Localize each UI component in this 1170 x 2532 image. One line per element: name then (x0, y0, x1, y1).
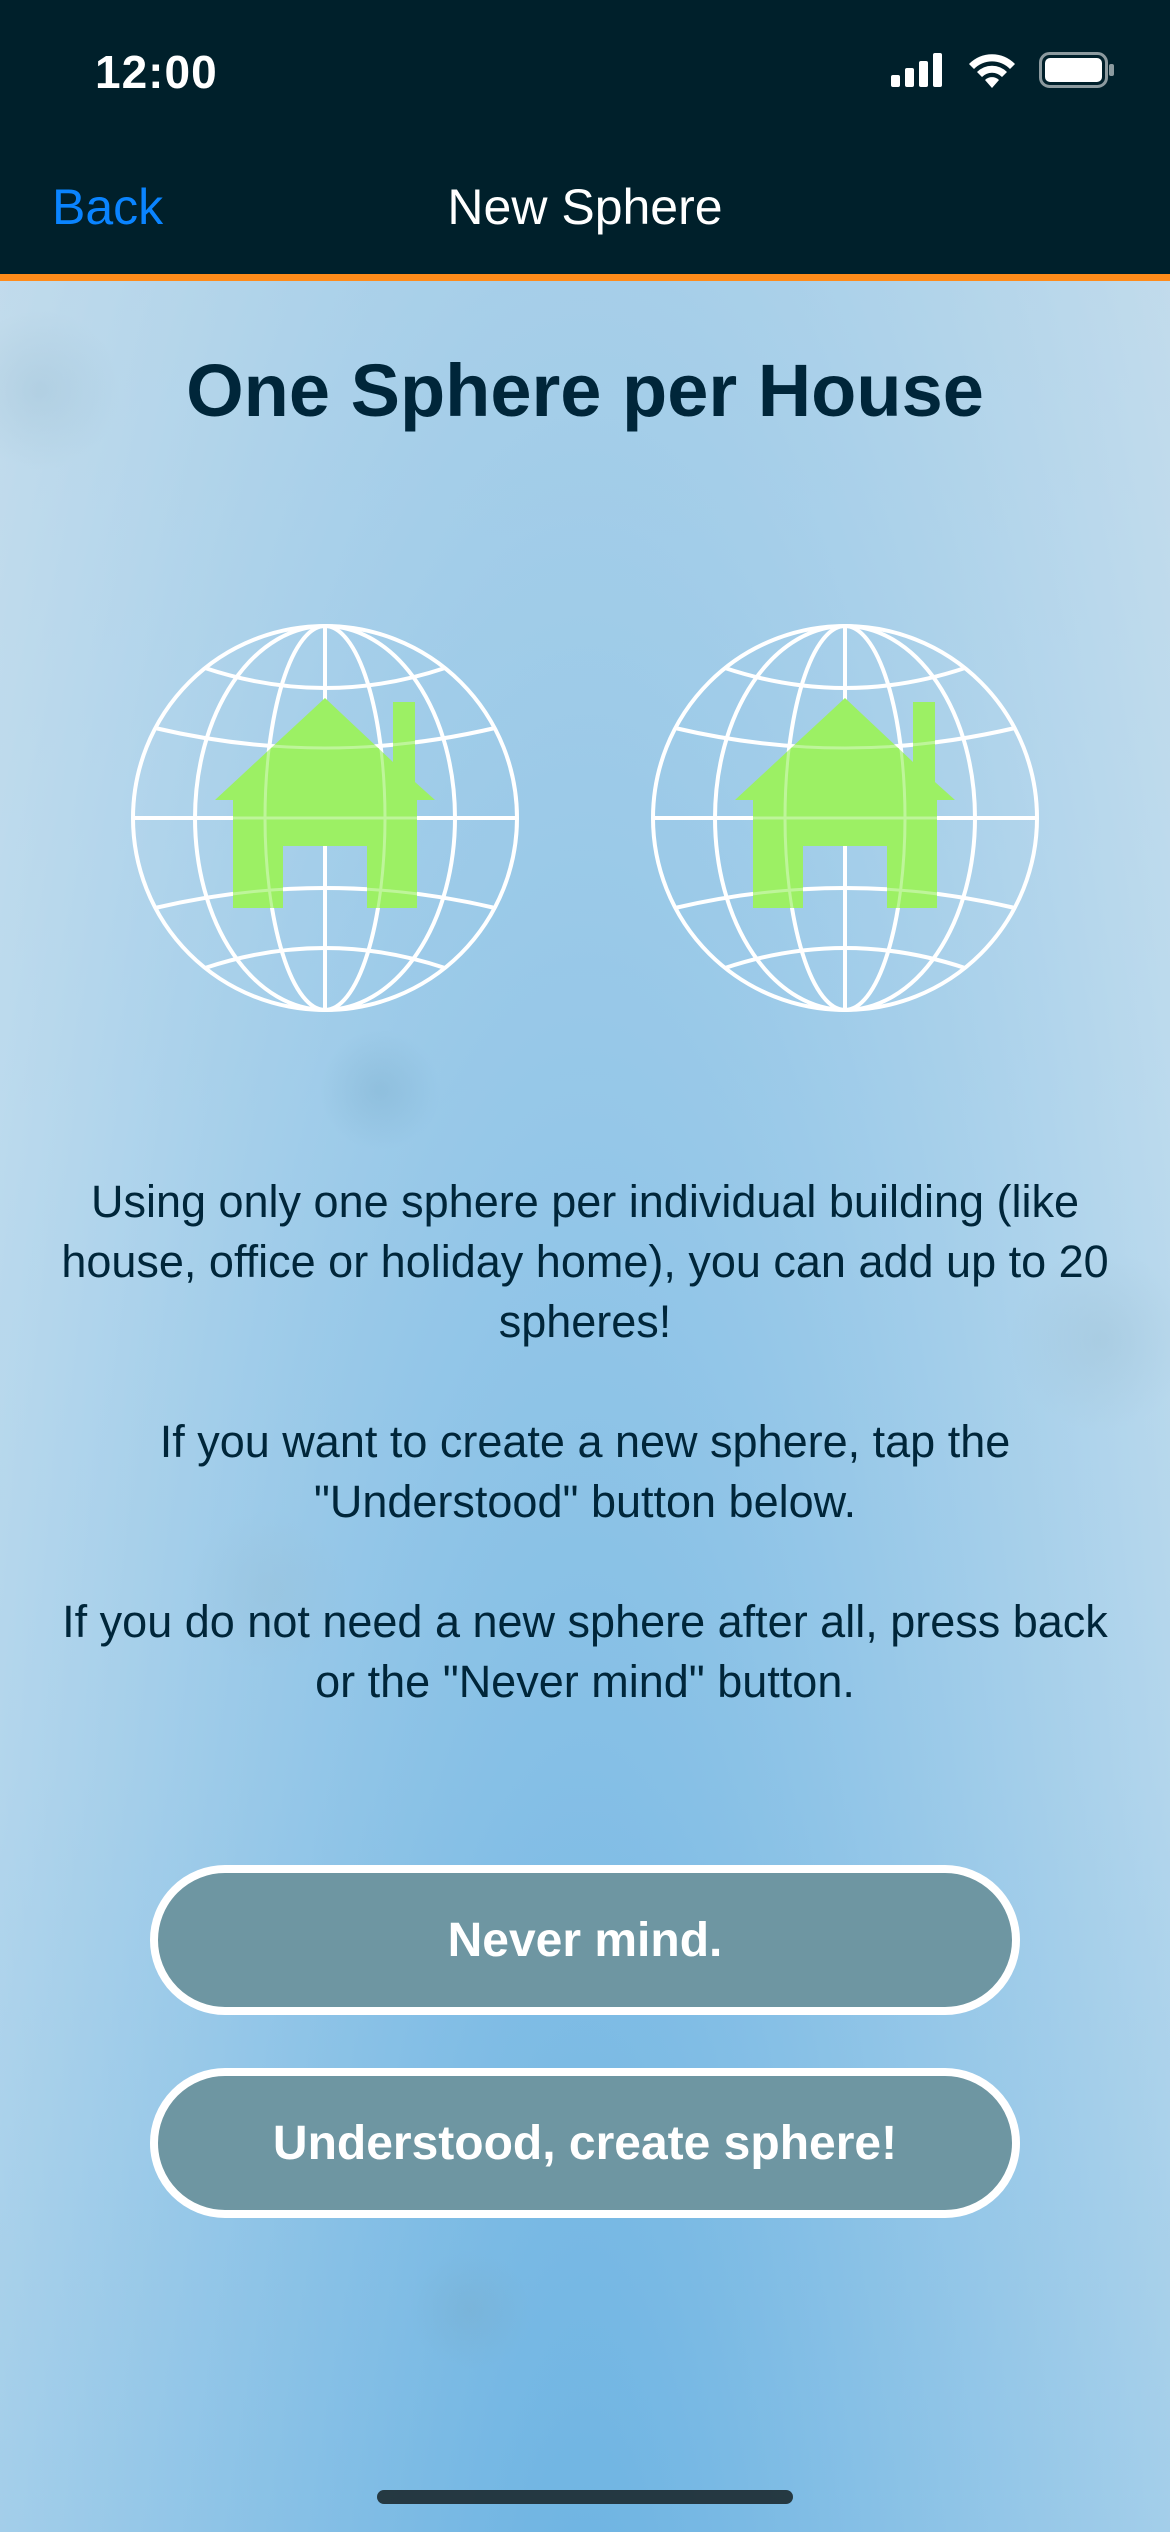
status-time: 12:00 (95, 46, 218, 98)
nav-title-container: New Sphere (0, 178, 1170, 236)
screen: 12:00 Back New Sphere One Sphere per Hou… (0, 0, 1170, 2532)
back-button[interactable]: Back (52, 178, 163, 236)
status-icons (891, 52, 1115, 88)
globe-house-icon (651, 624, 1039, 1012)
never-mind-label: Never mind. (447, 1913, 723, 1967)
never-mind-button[interactable]: Never mind. (150, 1865, 1020, 2015)
cellular-signal-icon (891, 53, 942, 87)
nav-accent-border (0, 274, 1170, 281)
wifi-icon (969, 54, 1015, 88)
nav-title: New Sphere (447, 179, 723, 235)
battery-icon (1039, 52, 1114, 88)
globe-house-icon (131, 624, 519, 1012)
explanation-text: Using only one sphere per individual bui… (40, 1172, 1130, 1772)
page-title: One Sphere per House (186, 349, 984, 432)
create-sphere-label: Understood, create sphere! (272, 2116, 898, 2170)
paragraph-cancel-instruction: If you do not need a new sphere after al… (62, 1596, 1108, 1707)
create-sphere-button[interactable]: Understood, create sphere! (150, 2068, 1020, 2218)
home-indicator[interactable] (377, 2490, 793, 2504)
paragraph-create-instruction: If you want to create a new sphere, tap … (159, 1416, 1011, 1527)
navigation-bar: 12:00 Back New Sphere (0, 0, 1170, 274)
paragraph-spheres-limit: Using only one sphere per individual bui… (61, 1176, 1109, 1347)
